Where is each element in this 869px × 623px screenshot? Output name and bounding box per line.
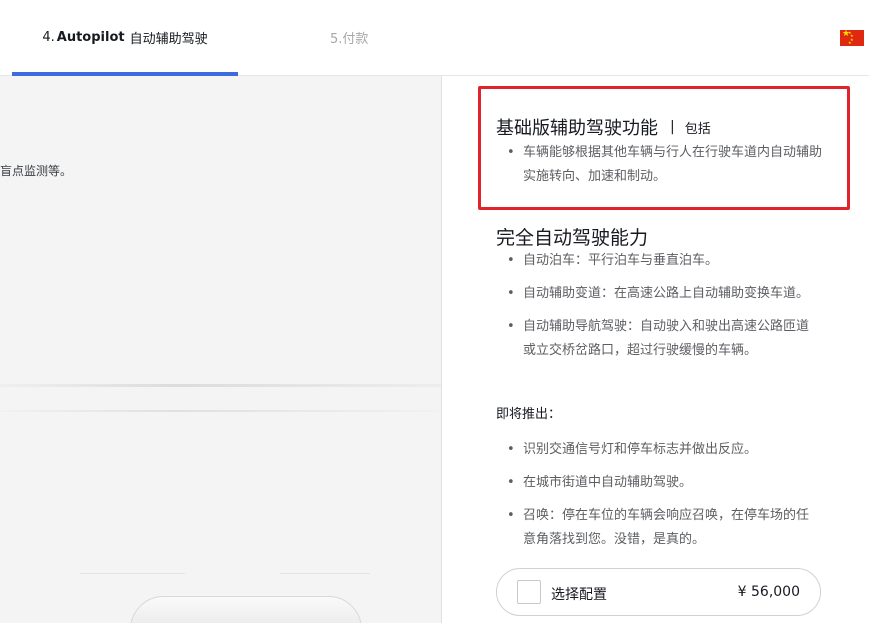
background-stripe bbox=[0, 384, 441, 387]
list-item: 自动辅助导航驾驶：自动驶入和驶出高速公路匝道或立交桥岔路口，超过行驶缓慢的车辆。 bbox=[496, 315, 812, 363]
basic-feature-list: 车辆能够根据其他车辆与行人在行驶车道内自动辅助实施转向、加速和制动。 bbox=[496, 141, 826, 189]
feature-description-fragment: 盲点监测等。 bbox=[0, 164, 73, 178]
list-item: 车辆能够根据其他车辆与行人在行驶车道内自动辅助实施转向、加速和制动。 bbox=[496, 141, 826, 189]
title-separator: | bbox=[670, 119, 675, 135]
coming-soon-list: 识别交通信号灯和停车标志并做出反应。 在城市街道中自动辅助驾驶。 召唤：停在车位… bbox=[496, 438, 812, 561]
option-price: ¥ 56,000 bbox=[737, 584, 800, 600]
basic-title: 基础版辅助驾驶功能 bbox=[496, 118, 658, 139]
list-item: 识别交通信号灯和停车标志并做出反应。 bbox=[496, 438, 812, 462]
vehicle-preview-panel: 盲点监测等。 bbox=[0, 76, 441, 623]
tab-name-cn: 自动辅助驾驶 bbox=[129, 32, 208, 47]
list-item: 自动辅助变道：在高速公路上自动辅助变换车道。 bbox=[496, 282, 812, 306]
floor-line bbox=[80, 573, 185, 574]
background-stripe bbox=[0, 410, 441, 412]
select-label: 选择配置 bbox=[551, 587, 607, 603]
tab-autopilot[interactable]: 4. Autopilot 自动辅助驾驶 bbox=[12, 0, 238, 76]
top-navigation: 4. Autopilot 自动辅助驾驶 5.付款 ★ ★ ★ ★ ★ bbox=[0, 0, 869, 76]
tab-name: Autopilot bbox=[56, 30, 125, 45]
floor-line bbox=[280, 573, 370, 574]
coming-soon-label: 即将推出： bbox=[496, 407, 562, 422]
panel-divider bbox=[441, 76, 442, 623]
included-label: 包括 bbox=[684, 121, 711, 137]
list-item: 在城市街道中自动辅助驾驶。 bbox=[496, 471, 812, 495]
fsd-feature-list: 自动泊车：平行泊车与垂直泊车。 自动辅助变道：在高速公路上自动辅助变换车道。 自… bbox=[496, 249, 812, 372]
list-item: 自动泊车：平行泊车与垂直泊车。 bbox=[496, 249, 812, 273]
fsd-heading: 完全自动驾驶能力 bbox=[496, 227, 649, 249]
basic-autopilot-heading: 基础版辅助驾驶功能 | 包括 bbox=[496, 114, 711, 140]
select-checkbox[interactable] bbox=[517, 580, 541, 604]
china-flag-icon[interactable]: ★ ★ ★ ★ ★ bbox=[840, 30, 864, 46]
tab-payment[interactable]: 5.付款 bbox=[330, 0, 368, 75]
car-image bbox=[130, 596, 362, 623]
select-fsd-option[interactable]: 选择配置 ¥ 56,000 bbox=[496, 568, 821, 616]
tab-number: 4. bbox=[42, 30, 55, 45]
list-item: 召唤：停在车位的车辆会响应召唤，在停车场的任意角落找到您。没错，是真的。 bbox=[496, 504, 812, 552]
